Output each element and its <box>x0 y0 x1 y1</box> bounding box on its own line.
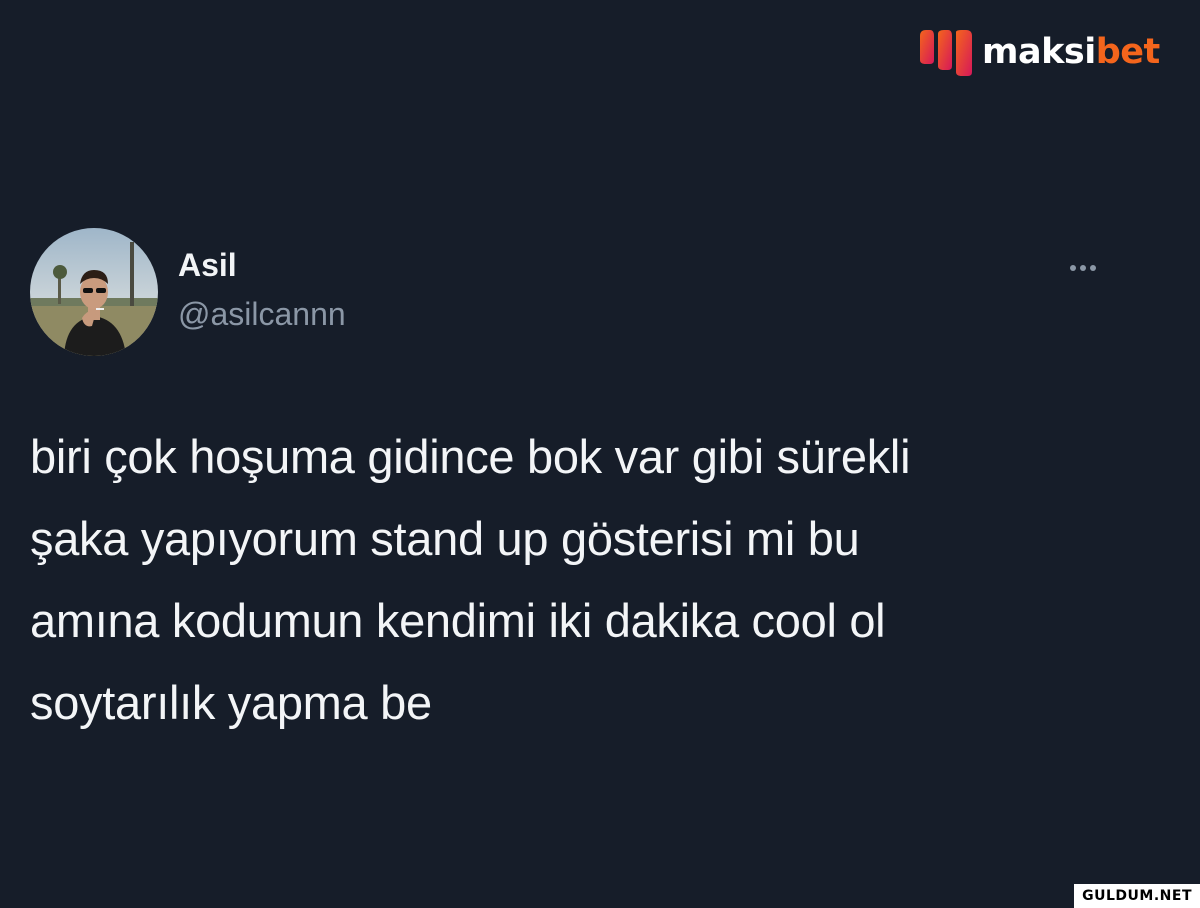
tweet-text-line: şaka yapıyorum stand up gösterisi mi bu <box>30 512 860 565</box>
tweet-text-line: biri çok hoşuma gidince bok var gibi sür… <box>30 430 911 483</box>
maksibet-logo-icon <box>920 30 972 76</box>
tweet-screenshot: maksibet Asil @asilcannn biri çok hoşuma… <box>0 0 1200 908</box>
author-handle[interactable]: @asilcannn <box>178 296 346 332</box>
more-horizontal-icon <box>1090 265 1096 271</box>
site-watermark: GULDUM.NET <box>1074 884 1200 908</box>
tweet-text-line: soytarılık yapma be <box>30 676 432 729</box>
more-horizontal-icon <box>1070 265 1076 271</box>
avatar[interactable] <box>30 228 158 356</box>
tweet-text-line: amına kodumun kendimi iki dakika cool ol <box>30 594 886 647</box>
tweet-text: biri çok hoşuma gidince bok var gibi sür… <box>30 416 1150 744</box>
profile-photo-icon <box>30 228 158 356</box>
author-display-name[interactable]: Asil <box>178 247 237 283</box>
more-horizontal-icon <box>1080 265 1086 271</box>
brand-name-part2: bet <box>1095 31 1161 72</box>
brand-wordmark: maksibet <box>982 31 1161 72</box>
more-options-button[interactable] <box>1058 254 1108 282</box>
brand-name-part1: maksi <box>982 31 1096 72</box>
brand-logo: maksibet <box>918 24 1160 80</box>
